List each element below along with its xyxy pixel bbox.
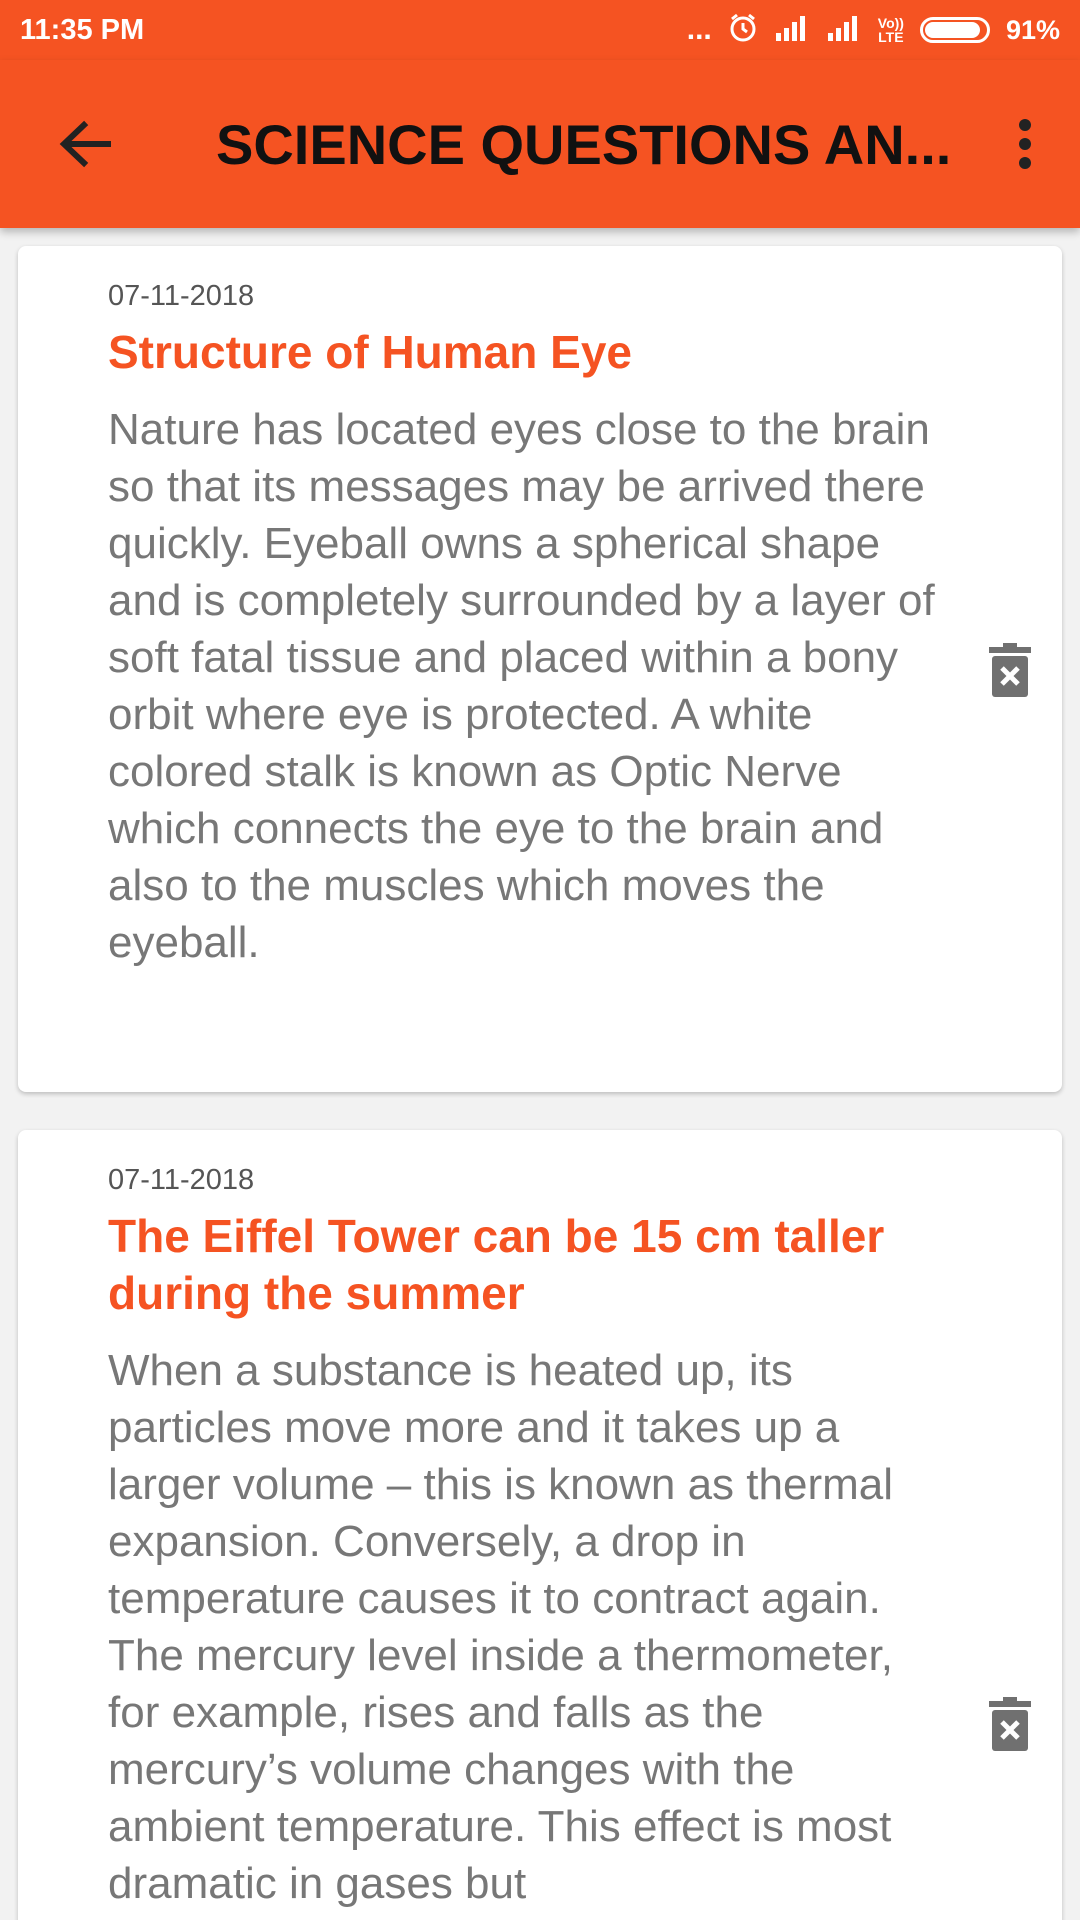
list-item[interactable]: 07-11-2018 Structure of Human Eye Nature… <box>18 246 1062 1092</box>
notification-dots: ... <box>686 13 712 46</box>
signal-icon <box>774 15 810 46</box>
more-options-button[interactable] <box>970 60 1080 228</box>
page-title: SCIENCE QUESTIONS AN... <box>216 112 952 176</box>
card-title: The Eiffel Tower can be 15 cm taller dur… <box>108 1210 885 1319</box>
delete-button[interactable] <box>988 642 1032 698</box>
volte-label: Vo)) LTE <box>877 15 904 45</box>
signal-icon-2 <box>826 15 862 46</box>
status-time: 11:35 PM <box>20 13 145 46</box>
list-item[interactable]: 07-11-2018 The Eiffel Tower can be 15 cm… <box>18 1130 1062 1920</box>
battery-percent: 91% <box>1005 14 1060 45</box>
status-indicators: ... Vo)) LTE 91% <box>687 13 1060 48</box>
card-title: Structure of Human Eye <box>108 326 632 378</box>
arrow-left-icon <box>59 120 111 168</box>
card-body: Nature has located eyes close to the bra… <box>108 405 935 967</box>
battery-icon <box>919 17 990 43</box>
trash-icon <box>989 1697 1031 1751</box>
alarm-icon <box>728 13 758 48</box>
question-list[interactable]: 07-11-2018 Structure of Human Eye Nature… <box>0 228 1080 1920</box>
app-bar: SCIENCE QUESTIONS AN... <box>0 60 1080 228</box>
back-button[interactable] <box>0 60 170 228</box>
card-body: When a substance is heated up, its parti… <box>108 1346 893 1908</box>
card-date: 07-11-2018 <box>108 1164 255 1196</box>
battery-fill <box>924 22 980 38</box>
delete-button[interactable] <box>988 1696 1032 1752</box>
card-date: 07-11-2018 <box>108 280 255 312</box>
trash-icon <box>989 643 1031 697</box>
more-vertical-icon <box>1019 119 1031 169</box>
status-bar: 11:35 PM ... Vo)) LTE 91% <box>0 0 1080 60</box>
